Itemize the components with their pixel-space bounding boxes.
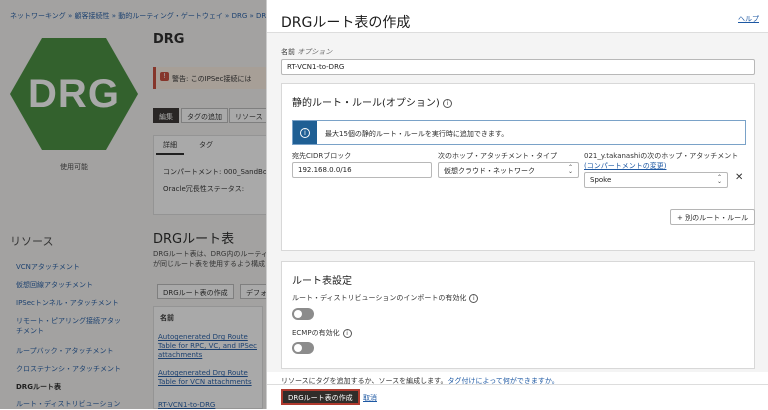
import-label: ルート・ディストリビューションのインポートの有効化 i: [292, 293, 479, 303]
name-label: 名前 オプション: [281, 47, 332, 57]
info-icon[interactable]: i: [469, 293, 479, 303]
route-settings-card: ルート表設定 ルート・ディストリビューションのインポートの有効化 i ECMPの有…: [281, 261, 755, 369]
create-route-table-panel: DRGルート表の作成 ヘルプ 名前 オプション RT-VCN1-to-DRG 静…: [266, 0, 768, 409]
static-rules-card: 静的ルート・ルール(オプション) i i 最大15個の静的ルート・ルールを実行時に…: [281, 83, 756, 251]
info-text: 最大15個の静的ルート・ルールを実行時に追加できます。: [325, 130, 509, 138]
static-rules-title: 静的ルート・ルール(オプション) i: [292, 94, 452, 109]
info-banner: i 最大15個の静的ルート・ルールを実行時に追加できます。: [292, 120, 746, 145]
optional-text: オプション: [297, 48, 333, 56]
name-input[interactable]: RT-VCN1-to-DRG: [281, 59, 755, 75]
static-rules-title-text: 静的ルート・ルール(オプション): [292, 98, 440, 109]
info-icon[interactable]: i: [342, 328, 352, 338]
remove-rule-icon[interactable]: ✕: [735, 172, 743, 183]
cidr-input[interactable]: 192.168.0.0/16: [292, 162, 432, 178]
modal-overlay[interactable]: [0, 0, 266, 409]
add-route-rule-button[interactable]: + 別のルート・ルール: [670, 209, 756, 225]
cidr-label: 宛先CIDRブロック: [292, 152, 352, 160]
name-label-text: 名前: [281, 48, 295, 56]
panel-title: DRGルート表の作成: [281, 15, 411, 31]
import-label-text: ルート・ディストリビューションのインポートの有効化: [292, 294, 467, 302]
panel-body: 名前 オプション RT-VCN1-to-DRG 静的ルート・ルール(オプション)…: [267, 32, 768, 372]
next-hop-type-label: 次のホップ・アタッチメント・タイプ: [438, 152, 557, 160]
import-toggle[interactable]: [292, 308, 314, 320]
change-compartment-link[interactable]: (コンパートメントの変更): [584, 161, 666, 171]
ecmp-label-text: ECMPの有効化: [292, 329, 340, 337]
ecmp-label: ECMPの有効化 i: [292, 328, 352, 338]
info-icon[interactable]: i: [442, 98, 452, 108]
info-banner-bar: i: [293, 121, 317, 144]
ecmp-toggle[interactable]: [292, 342, 314, 354]
next-hop-select[interactable]: Spoke: [584, 172, 728, 188]
next-hop-label: 021_y.takanashiの次のホップ・アタッチメント: [584, 152, 739, 160]
route-settings-title: ルート表設定: [292, 276, 352, 287]
info-icon: i: [300, 127, 310, 138]
next-hop-type-select[interactable]: 仮想クラウド・ネットワーク: [438, 162, 579, 178]
cancel-link[interactable]: 取消: [363, 393, 377, 403]
create-route-table-button[interactable]: DRGルート表の作成: [281, 389, 360, 405]
help-link[interactable]: ヘルプ: [738, 14, 759, 24]
